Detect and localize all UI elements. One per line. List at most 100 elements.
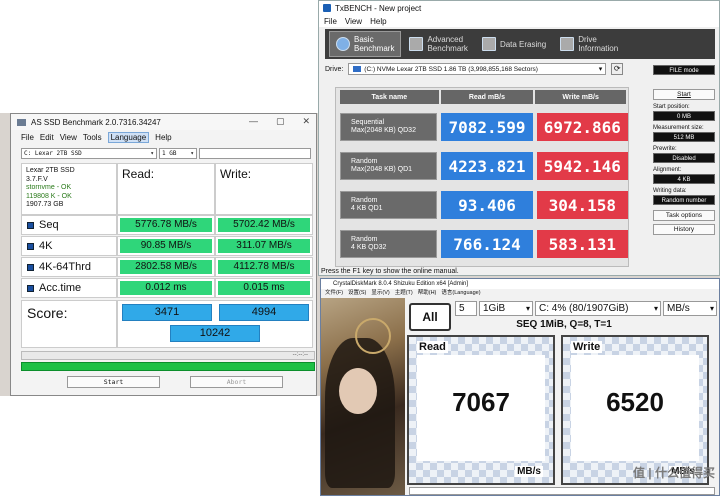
close-icon[interactable]: ✕ (302, 116, 310, 127)
read-header: Read: (117, 163, 215, 215)
drive-label: Drive: (325, 65, 344, 73)
test-heading: SEQ 1MiB, Q=8, T=1 (516, 319, 612, 330)
score-write: 4994 (219, 304, 309, 321)
count-select[interactable]: 5 (455, 301, 477, 316)
write-label: Write (571, 341, 603, 353)
menu-file[interactable]: File (324, 17, 337, 26)
checkbox-icon (27, 242, 34, 250)
result-row-random-4k-qd32: Random 4 KB QD32 766.124 583.131 (336, 226, 628, 262)
abort-button[interactable]: Abort (190, 376, 283, 388)
progress-time: --:--:-- (21, 351, 315, 360)
read-cell: 5776.78 MB/s (117, 215, 215, 235)
stopwatch-icon (336, 37, 350, 51)
menu-language[interactable]: 语言(Language) (441, 289, 480, 298)
task-button-random-4k-qd32[interactable]: Random 4 KB QD32 (340, 230, 438, 258)
measurement-size-label: Measurement size: (653, 125, 704, 131)
read-cell: 0.012 ms (117, 278, 215, 298)
read-cell: 90.85 MB/s (117, 236, 215, 256)
tab-advanced-benchmark[interactable]: Advanced Benchmark (403, 31, 473, 57)
menu-settings[interactable]: 设置(S) (348, 289, 366, 298)
task-button-random-max[interactable]: Random Max(2048 KB) QD1 (340, 152, 438, 180)
comment-field[interactable] (409, 487, 715, 495)
alignment-value[interactable]: 4 KB (653, 174, 715, 184)
txbench-app-icon (323, 4, 331, 12)
as-ssd-title: AS SSD Benchmark 2.0.7316.34247 (31, 117, 161, 127)
test-row-4k: 4K 90.85 MB/s 311.07 MB/s (21, 236, 313, 256)
test-label[interactable]: 4K (21, 236, 117, 256)
prewrite-value[interactable]: Disabled (653, 153, 715, 163)
read-value: 4223.821 (441, 152, 533, 180)
start-button[interactable]: Start (653, 89, 715, 100)
col-task-name: Task name (340, 90, 439, 104)
start-position-value[interactable]: 0 MB (653, 111, 715, 121)
menu-help[interactable]: Help (155, 133, 171, 142)
drive-select[interactable]: C: 4% (80/1907GiB) ▾ (535, 301, 661, 316)
task-options-button[interactable]: Task options (653, 210, 715, 221)
desktop-background-lower (0, 396, 320, 496)
read-cell: 2802.58 MB/s (117, 257, 215, 277)
menu-help[interactable]: Help (370, 17, 386, 26)
test-label[interactable]: Seq (21, 215, 117, 235)
writing-data-label: Writing data: (653, 188, 687, 194)
write-cell: 5702.42 MB/s (215, 215, 313, 235)
history-button[interactable]: History (653, 224, 715, 235)
menu-view[interactable]: View (345, 17, 362, 26)
test-label[interactable]: 4K-64Thrd (21, 257, 117, 277)
menu-tools[interactable]: Tools (83, 133, 102, 142)
txbench-title: TxBENCH - New project (335, 3, 422, 13)
bar-chart-icon (409, 37, 424, 51)
score-label: Score: (21, 300, 117, 348)
menu-view[interactable]: View (60, 133, 77, 142)
menu-file[interactable]: 文件(F) (325, 289, 343, 298)
as-ssd-app-icon (17, 118, 26, 126)
results-header: Task name Read mB/s Write mB/s (336, 88, 628, 104)
result-row-seq: Sequential Max(2048 KB) QD32 7082.599 697… (336, 109, 628, 145)
chevron-down-icon: ▾ (598, 66, 603, 73)
writing-data-value[interactable]: Random number (653, 195, 715, 205)
drive-select[interactable]: (C:) NVMe Lexar 2TB SSD 1.86 TB (3,998,8… (348, 63, 607, 75)
drive-row: Drive: (C:) NVMe Lexar 2TB SSD 1.86 TB (… (325, 63, 645, 75)
progress-bar (21, 362, 315, 371)
test-label[interactable]: Acc.time (21, 278, 117, 298)
write-value: 583.131 (536, 230, 628, 258)
button-row: Start Abort (67, 376, 283, 388)
size-select[interactable]: 1GiB ▾ (479, 301, 533, 316)
task-button-seq[interactable]: Sequential Max(2048 KB) QD32 (340, 113, 438, 141)
drive-select[interactable]: C: Lexar 2TB SSD ▾ (21, 148, 157, 159)
maximize-icon[interactable]: ▢ (276, 116, 285, 127)
drive-icon (353, 66, 362, 72)
results-panel: Task name Read mB/s Write mB/s Sequentia… (335, 87, 629, 267)
task-button-random-4k-qd1[interactable]: Random 4 KB QD1 (340, 191, 438, 219)
refresh-button[interactable]: ⟳ (611, 63, 624, 75)
crystaldiskmark-window: CrystalDiskMark 8.0.4 Shizuku Edition x6… (320, 278, 720, 496)
menu-edit[interactable]: Edit (40, 133, 54, 142)
txbench-menubar: File View Help (319, 15, 719, 27)
size-select[interactable]: 1 GB ▾ (159, 148, 197, 159)
txbench-tabs: Basic Benchmark Advanced Benchmark Data Er… (325, 29, 715, 59)
checkbox-icon (27, 221, 34, 229)
menu-file[interactable]: File (21, 133, 34, 142)
drive-model: Lexar 2TB SSD (26, 167, 75, 174)
extra-field[interactable] (199, 148, 311, 159)
write-tile: Write 6520 MB/s (561, 335, 709, 485)
capacity: 1907.73 GB (26, 201, 64, 208)
eraser-icon (481, 37, 496, 51)
menu-view[interactable]: 显示(V) (371, 289, 389, 298)
measurement-size-value[interactable]: 512 MB (653, 132, 715, 142)
start-button[interactable]: Start (67, 376, 160, 388)
tab-data-erasing[interactable]: Data Erasing (476, 31, 552, 57)
cdm-titlebar: CrystalDiskMark 8.0.4 Shizuku Edition x6… (321, 279, 719, 289)
desktop-background (0, 0, 318, 113)
minimize-icon[interactable]: — (249, 116, 258, 127)
tab-drive-information[interactable]: Drive Information (554, 31, 624, 57)
tab-basic-benchmark[interactable]: Basic Benchmark (329, 31, 402, 57)
menu-theme[interactable]: 主题(T) (395, 289, 413, 298)
unit-select[interactable]: MB/s ▾ (663, 301, 717, 316)
as-ssd-menubar: File Edit View Tools Language Help (11, 130, 316, 144)
checkbox-icon (27, 263, 34, 271)
drive-icon (560, 37, 575, 51)
menu-help[interactable]: 帮助(H) (418, 289, 437, 298)
txbench-window: TxBENCH - New project File View Help Bas… (318, 0, 720, 276)
menu-language[interactable]: Language (107, 131, 150, 143)
write-cell: 0.015 ms (215, 278, 313, 298)
